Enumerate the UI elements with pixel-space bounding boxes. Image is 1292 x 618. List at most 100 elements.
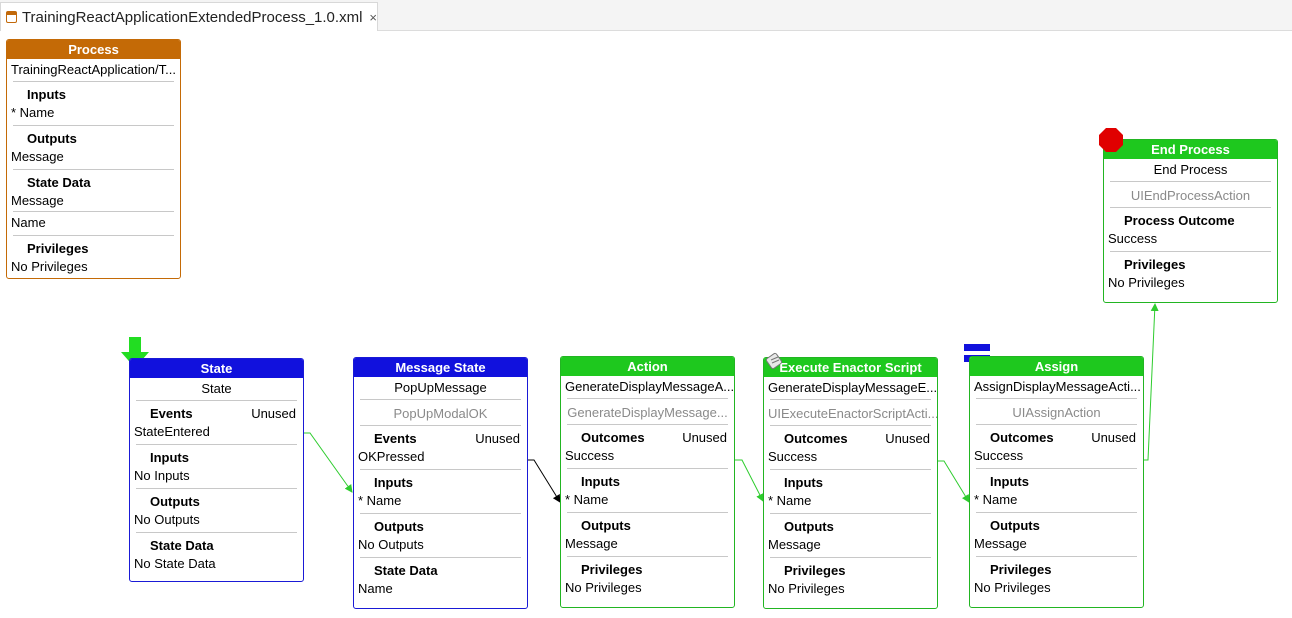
message-state-node-name: PopUpMessage <box>394 380 487 395</box>
inputs-heading: Inputs <box>784 475 823 490</box>
message-state-node-header: Message State <box>354 358 527 377</box>
assign-node[interactable]: Assign AssignDisplayMessageActi... UIAss… <box>969 356 1144 608</box>
outputs-value: Message <box>11 149 64 164</box>
outcomes-heading: Outcomes Unused <box>764 430 937 448</box>
privileges-value: No Privileges <box>565 580 642 595</box>
action-node[interactable]: Action GenerateDisplayMessageA... Genera… <box>560 356 735 608</box>
events-heading: Events Unused <box>130 405 303 423</box>
inputs-value: * Name <box>974 492 1018 507</box>
close-icon[interactable]: × <box>369 10 377 25</box>
outputs-value: Message <box>768 537 821 552</box>
inputs-value: * Name <box>768 493 812 508</box>
process-file-icon <box>6 11 17 23</box>
outcomes-status: Unused <box>1091 430 1136 445</box>
outcomes-status: Unused <box>885 431 930 446</box>
inputs-value: * Name <box>358 493 402 508</box>
assign-node-type: UIAssignAction <box>1012 405 1101 420</box>
privileges-heading: Privileges <box>990 562 1052 577</box>
outcomes-label: Outcomes <box>990 430 1054 445</box>
events-value: StateEntered <box>134 424 210 439</box>
outputs-value: No Outputs <box>134 512 200 527</box>
outputs-heading: Outputs <box>990 518 1040 533</box>
assign-node-name: AssignDisplayMessageActi... <box>974 379 1141 394</box>
divider <box>360 399 521 400</box>
outputs-heading: Outputs <box>374 519 424 534</box>
privileges-heading: Privileges <box>27 241 89 256</box>
inputs-value: * Name <box>11 105 55 120</box>
events-label: Events <box>150 406 193 421</box>
state-data-value: Message <box>11 193 64 208</box>
editor-tab-bar: TrainingReactApplicationExtendedProcess_… <box>0 0 1292 31</box>
state-data-value: No State Data <box>134 556 216 571</box>
end-process-node[interactable]: End Process End Process UIEndProcessActi… <box>1103 139 1278 303</box>
process-node-header: Process <box>7 40 180 59</box>
events-label: Events <box>374 431 417 446</box>
outcomes-status: Unused <box>682 430 727 445</box>
state-data-heading: State Data <box>27 175 91 190</box>
transition-state-to-message-state <box>304 432 353 493</box>
action-node-name: GenerateDisplayMessageA... <box>565 379 734 394</box>
outputs-heading: Outputs <box>784 519 834 534</box>
transition-action-to-script <box>735 459 764 502</box>
execute-script-node-name: GenerateDisplayMessageE... <box>768 380 937 395</box>
privileges-value: No Privileges <box>1108 275 1185 290</box>
privileges-value: No Privileges <box>11 259 88 274</box>
inputs-heading: Inputs <box>990 474 1029 489</box>
outputs-heading: Outputs <box>581 518 631 533</box>
events-heading: Events Unused <box>354 430 527 448</box>
state-data-heading: State Data <box>374 563 438 578</box>
divider <box>13 211 174 212</box>
script-scroll-icon <box>765 351 785 371</box>
state-data-value: Name <box>358 581 393 596</box>
inputs-heading: Inputs <box>150 450 189 465</box>
editor-tab[interactable]: TrainingReactApplicationExtendedProcess_… <box>0 2 378 31</box>
process-outcome-value: Success <box>1108 231 1158 246</box>
divider <box>1110 181 1271 182</box>
state-node[interactable]: State State Events Unused StateEntered In… <box>129 358 304 582</box>
message-state-node[interactable]: Message State PopUpMessage PopUpModalOK … <box>353 357 528 609</box>
privileges-value: No Privileges <box>974 580 1051 595</box>
state-data-value: Name <box>11 215 46 230</box>
outputs-value: No Outputs <box>358 537 424 552</box>
transition-message-state-to-action <box>528 459 561 503</box>
tab-title: TrainingReactApplicationExtendedProcess_… <box>21 8 363 26</box>
divider <box>567 398 728 399</box>
events-status: Unused <box>251 406 296 421</box>
outputs-heading: Outputs <box>27 131 77 146</box>
outputs-value: Message <box>565 536 618 551</box>
message-state-node-type: PopUpModalOK <box>393 406 488 421</box>
privileges-value: No Privileges <box>768 581 845 596</box>
action-node-type: GenerateDisplayMessage... <box>567 405 728 420</box>
end-process-node-name: End Process <box>1153 162 1228 177</box>
events-status: Unused <box>475 431 520 446</box>
process-node[interactable]: Process TrainingReactApplication/T... In… <box>6 39 181 279</box>
end-process-node-type: UIEndProcessAction <box>1130 188 1251 203</box>
execute-script-node-type: UIExecuteEnactorScriptActi... <box>768 406 937 421</box>
outcomes-label: Outcomes <box>784 431 848 446</box>
transition-assign-to-end <box>1143 303 1159 461</box>
outputs-value: Message <box>974 536 1027 551</box>
outcomes-heading: Outcomes Unused <box>561 429 734 447</box>
privileges-heading: Privileges <box>581 562 643 577</box>
inputs-value: No Inputs <box>134 468 190 483</box>
assign-node-header: Assign <box>970 357 1143 376</box>
privileges-heading: Privileges <box>1124 257 1186 272</box>
process-outcome-heading: Process Outcome <box>1124 213 1235 228</box>
process-node-name: TrainingReactApplication/T... <box>11 62 176 77</box>
stop-octagon-icon <box>1098 127 1124 153</box>
state-data-heading: State Data <box>150 538 214 553</box>
state-node-name: State <box>201 381 232 396</box>
outcomes-heading: Outcomes Unused <box>970 429 1143 447</box>
end-process-node-header: End Process <box>1104 140 1277 159</box>
inputs-heading: Inputs <box>374 475 413 490</box>
outputs-heading: Outputs <box>150 494 200 509</box>
execute-script-node[interactable]: Execute Enactor Script GenerateDisplayMe… <box>763 357 938 609</box>
divider <box>770 399 931 400</box>
execute-script-node-header: Execute Enactor Script <box>764 358 937 377</box>
privileges-heading: Privileges <box>784 563 846 578</box>
transition-script-to-assign <box>938 460 970 503</box>
inputs-value: * Name <box>565 492 609 507</box>
outcomes-value: Success <box>565 448 615 463</box>
action-node-header: Action <box>561 357 734 376</box>
outcomes-value: Success <box>768 449 818 464</box>
